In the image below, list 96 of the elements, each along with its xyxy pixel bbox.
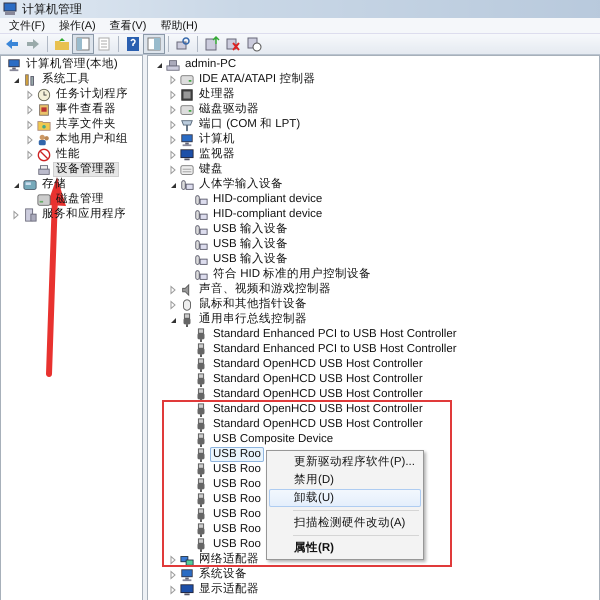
tree-item[interactable]: USB Roo [210,447,264,462]
tree-item[interactable]: 鼠标和其他指针设备 [196,297,310,312]
menu-item[interactable]: 属性(R) [269,539,421,557]
collapsed-arrow-icon[interactable] [25,90,35,100]
tree-item[interactable]: admin-PC [182,57,240,72]
menu-item[interactable]: 更新驱动程序软件(P)... [269,453,421,471]
log-icon [37,102,51,116]
pane-icon[interactable] [144,35,164,53]
tree-item[interactable]: 事件查看器 [53,102,119,117]
tree-item[interactable]: USB Roo [210,477,264,492]
window-title: 计算机管理 [22,0,82,18]
tree-item[interactable]: USB Composite Device [210,432,336,447]
keyboard-icon [180,162,194,176]
no-sign-icon [37,148,51,162]
port-icon [180,118,194,132]
tree-item[interactable]: Standard OpenHCD USB Host Controller [210,387,426,402]
tree-item[interactable]: Standard OpenHCD USB Host Controller [210,417,426,432]
tree-item[interactable]: 任务计划程序 [53,87,131,102]
tree-item[interactable]: IDE ATA/ATAPI 控制器 [196,72,318,87]
tree-item[interactable]: HID-compliant device [210,192,326,207]
tree-item[interactable]: USB 输入设备 [210,237,291,252]
collapsed-arrow-icon[interactable] [168,150,178,160]
tree-item[interactable]: USB Roo [210,537,264,552]
tree-item[interactable]: 显示适配器 [196,582,262,597]
tree-item[interactable]: USB 输入设备 [210,252,291,267]
collapsed-arrow-icon[interactable] [25,120,35,130]
computer-icon [180,568,194,582]
collapsed-arrow-icon[interactable] [168,164,178,174]
collapsed-arrow-icon[interactable] [168,134,178,144]
tree-item[interactable]: Standard Enhanced PCI to USB Host Controller [210,327,460,342]
tree-item[interactable]: 声音、视频和游戏控制器 [196,282,334,297]
tree-item[interactable]: 计算机 [196,132,238,147]
tree-view-icon[interactable] [73,35,93,53]
computer-icon [7,58,21,72]
tree-item[interactable]: Standard OpenHCD USB Host Controller [210,372,426,387]
tree-item[interactable]: 网络适配器 [196,552,262,567]
tree-item[interactable]: 处理器 [196,87,238,102]
tree-item[interactable]: 计算机管理(本地) [23,57,121,72]
tree-item[interactable]: 系统设备 [196,567,250,582]
collapsed-arrow-icon[interactable] [25,150,35,160]
tree-item[interactable]: Standard OpenHCD USB Host Controller [210,402,426,417]
tree-item[interactable]: 人体学输入设备 [196,177,286,192]
collapsed-arrow-icon[interactable] [168,120,178,130]
menu-item[interactable]: 操作(A) [52,18,103,33]
collapsed-arrow-icon[interactable] [168,570,178,580]
tree-item[interactable]: 性能 [53,147,83,162]
collapsed-arrow-icon[interactable] [25,104,35,114]
tree-item[interactable]: USB Roo [210,462,264,477]
collapsed-arrow-icon[interactable] [168,584,178,594]
tree-item[interactable]: 共享文件夹 [53,117,119,132]
tree-item[interactable]: USB Roo [210,507,264,522]
collapsed-arrow-icon[interactable] [168,284,178,294]
computer-icon [166,58,180,72]
mouse-icon [180,298,194,312]
tree-item[interactable]: 通用串行总线控制器 [196,312,310,327]
tree-item[interactable]: 本地用户和组 [53,132,131,147]
tree-item[interactable]: Standard OpenHCD USB Host Controller [210,357,426,372]
collapsed-arrow-icon[interactable] [25,134,35,144]
collapsed-arrow-icon[interactable] [168,74,178,84]
menu-item[interactable]: 卸载(U) [269,489,421,507]
tree-item[interactable]: Standard Enhanced PCI to USB Host Controller [210,342,460,357]
menu-item[interactable]: 文件(F) [2,18,52,33]
server-icon [23,208,37,222]
tree-item[interactable]: 磁盘驱动器 [196,102,262,117]
tree-item[interactable]: 系统工具 [39,72,93,87]
monitor-icon [180,582,194,596]
drive-icon [180,72,194,86]
tools-icon [23,72,37,86]
tree-item[interactable]: 监视器 [196,147,238,162]
users-icon [37,132,51,146]
tree-item[interactable]: HID-compliant device [210,207,326,222]
tree-item[interactable]: 设备管理器 [53,162,119,177]
menu-item[interactable]: 帮助(H) [153,18,205,33]
monitor-icon [180,148,194,162]
collapsed-arrow-icon[interactable] [168,90,178,100]
tree-item[interactable]: USB Roo [210,492,264,507]
storage-icon [23,178,37,192]
collapsed-arrow-icon[interactable] [168,300,178,310]
menu-item[interactable]: 禁用(D) [269,471,421,489]
computer-icon [2,1,18,17]
printer-icon [37,162,51,176]
menu-item[interactable]: 查看(V) [102,18,154,33]
folder-up-icon[interactable] [52,35,72,53]
menu-item[interactable]: 扫描检测硬件改动(A) [269,514,421,532]
clock-icon [37,88,51,102]
computer-icon [180,132,194,146]
tree-item[interactable]: USB Roo [210,522,264,537]
chip-icon [180,88,194,102]
tree-item[interactable]: 端口 (COM 和 LPT) [196,117,304,132]
tree-item[interactable]: 键盘 [196,162,226,177]
collapsed-arrow-icon[interactable] [168,554,178,564]
drive-icon [180,102,194,116]
tree-item[interactable]: 符合 HID 标准的用户控制设备 [210,267,374,282]
collapsed-arrow-icon[interactable] [11,210,21,220]
collapsed-arrow-icon[interactable] [168,104,178,114]
tree-item[interactable]: USB 输入设备 [210,222,291,237]
